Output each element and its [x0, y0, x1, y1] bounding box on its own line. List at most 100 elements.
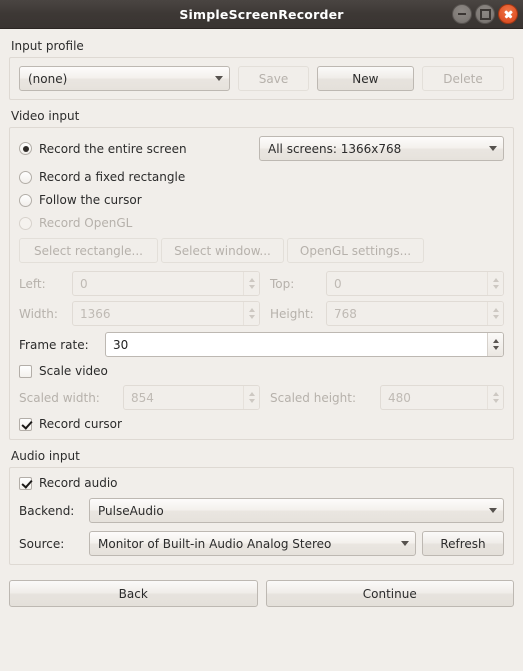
input-profile-section-label: Input profile: [11, 39, 84, 53]
record-opengl-row: Record OpenGL: [19, 216, 504, 230]
continue-button[interactable]: Continue: [265, 580, 514, 607]
radio-label-entire-screen: Record the entire screen: [39, 141, 187, 156]
width-value: 1366: [80, 306, 111, 321]
dialog-content: Input profile (none) Save New Delete Vid…: [0, 29, 523, 565]
width-height-row: Width: 1366 Height: 768: [19, 301, 504, 326]
checkbox-indicator-scale-video: [19, 364, 32, 378]
radio-follow-the-cursor[interactable]: Follow the cursor: [19, 193, 142, 207]
top-value: 0: [334, 276, 342, 291]
width-label: Width:: [19, 306, 58, 321]
screen-select-combo[interactable]: All screens: 1366x768: [259, 136, 504, 161]
chevron-down-icon: [492, 285, 499, 289]
height-label: Height:: [270, 306, 314, 321]
chevron-down-icon: [489, 508, 497, 513]
input-profile-combo[interactable]: (none): [19, 66, 231, 91]
opengl-settings-button[interactable]: OpenGL settings...: [287, 238, 424, 263]
frame-rate-spinner[interactable]: [487, 333, 503, 356]
radio-record-fixed-rectangle[interactable]: Record a fixed rectangle: [19, 170, 185, 184]
radio-label-opengl: Record OpenGL: [39, 216, 133, 230]
frame-rate-value: 30: [113, 337, 129, 352]
radio-record-entire-screen[interactable]: Record the entire screen: [19, 142, 259, 156]
radio-label-follow-cursor: Follow the cursor: [39, 193, 142, 207]
left-value: 0: [80, 276, 88, 291]
back-button[interactable]: Back: [9, 580, 258, 607]
radio-label-fixed-rectangle: Record a fixed rectangle: [39, 170, 186, 184]
video-input-section-label: Video input: [11, 109, 80, 123]
refresh-sources-button[interactable]: Refresh: [422, 531, 504, 556]
window-titlebar: SimpleScreenRecorder: [0, 0, 523, 29]
new-profile-button[interactable]: New: [316, 66, 415, 91]
frame-rate-spinbox[interactable]: 30: [105, 332, 504, 357]
checkbox-indicator-record-audio: [19, 476, 32, 490]
scaled-width-spinbox[interactable]: 854: [123, 385, 260, 410]
video-input-group: Record the entire screen All screens: 13…: [9, 127, 514, 440]
select-window-button[interactable]: Select window...: [161, 238, 284, 263]
backend-row: Backend: PulseAudio: [19, 498, 504, 523]
checkbox-indicator-record-cursor: [19, 417, 32, 431]
chevron-down-icon: [215, 76, 224, 81]
audio-input-section-label: Audio input: [11, 449, 80, 463]
input-profile-combo-value: (none): [28, 71, 68, 86]
record-audio-row: Record audio: [19, 476, 504, 490]
record-fixed-rectangle-row: Record a fixed rectangle: [19, 170, 504, 184]
scaled-size-row: Scaled width: 854 Scaled height: 480: [19, 385, 504, 410]
scaled-width-spinner[interactable]: [243, 386, 259, 409]
width-spinner[interactable]: [243, 302, 259, 325]
input-profile-group: (none) Save New Delete: [9, 57, 514, 100]
checkbox-scale-video[interactable]: Scale video: [19, 364, 108, 378]
checkbox-label-record-cursor: Record cursor: [39, 417, 122, 431]
left-spinbox[interactable]: 0: [72, 271, 260, 296]
chevron-up-icon: [492, 339, 499, 343]
chevron-down-icon: [492, 315, 499, 319]
close-icon: [504, 10, 513, 19]
minimize-button[interactable]: [452, 4, 472, 24]
backend-value: PulseAudio: [98, 503, 164, 518]
minimize-icon: [458, 13, 466, 15]
frame-rate-row: Frame rate: 30: [19, 332, 504, 357]
audio-input-group: Record audio Backend: PulseAudio Source:…: [9, 467, 514, 565]
checkbox-record-audio[interactable]: Record audio: [19, 476, 118, 490]
chevron-down-icon: [489, 146, 497, 151]
height-spinbox[interactable]: 768: [326, 301, 504, 326]
select-rectangle-button[interactable]: Select rectangle...: [19, 238, 158, 263]
maximize-icon: [479, 8, 491, 20]
checkbox-label-record-audio: Record audio: [39, 476, 118, 490]
chevron-down-icon: [248, 315, 255, 319]
close-button[interactable]: [498, 4, 518, 24]
backend-combo[interactable]: PulseAudio: [89, 498, 504, 523]
radio-indicator-fixed-rectangle: [19, 170, 32, 184]
delete-profile-button[interactable]: Delete: [422, 66, 505, 91]
chevron-up-icon: [492, 278, 499, 282]
dialog-footer: Back Continue: [0, 574, 523, 616]
chevron-down-icon: [492, 399, 499, 403]
scaled-width-value: 854: [131, 390, 154, 405]
radio-indicator-entire-screen: [19, 142, 32, 155]
scale-video-row: Scale video: [19, 364, 504, 378]
save-profile-button[interactable]: Save: [238, 66, 309, 91]
top-spinner[interactable]: [487, 272, 503, 295]
top-spinbox[interactable]: 0: [326, 271, 504, 296]
chevron-down-icon: [492, 346, 499, 350]
checkbox-record-cursor[interactable]: Record cursor: [19, 417, 122, 431]
frame-rate-label: Frame rate:: [19, 337, 89, 352]
left-top-row: Left: 0 Top: 0: [19, 271, 504, 296]
source-combo[interactable]: Monitor of Built-in Audio Analog Stereo: [89, 531, 416, 556]
radio-record-opengl[interactable]: Record OpenGL: [19, 216, 132, 230]
chevron-down-icon: [248, 399, 255, 403]
height-spinner[interactable]: [487, 302, 503, 325]
window-title: SimpleScreenRecorder: [179, 6, 344, 22]
chevron-up-icon: [492, 308, 499, 312]
maximize-button[interactable]: [475, 4, 495, 24]
width-spinbox[interactable]: 1366: [72, 301, 260, 326]
left-spinner[interactable]: [243, 272, 259, 295]
scaled-height-spinbox[interactable]: 480: [380, 385, 504, 410]
scaled-height-spinner[interactable]: [487, 386, 503, 409]
selection-buttons-row: Select rectangle... Select window... Ope…: [19, 238, 504, 263]
chevron-up-icon: [248, 308, 255, 312]
chevron-up-icon: [492, 392, 499, 396]
chevron-down-icon: [401, 541, 409, 546]
chevron-up-icon: [248, 392, 255, 396]
source-label: Source:: [19, 536, 65, 551]
source-row: Source: Monitor of Built-in Audio Analog…: [19, 531, 504, 556]
record-cursor-row: Record cursor: [19, 417, 504, 431]
